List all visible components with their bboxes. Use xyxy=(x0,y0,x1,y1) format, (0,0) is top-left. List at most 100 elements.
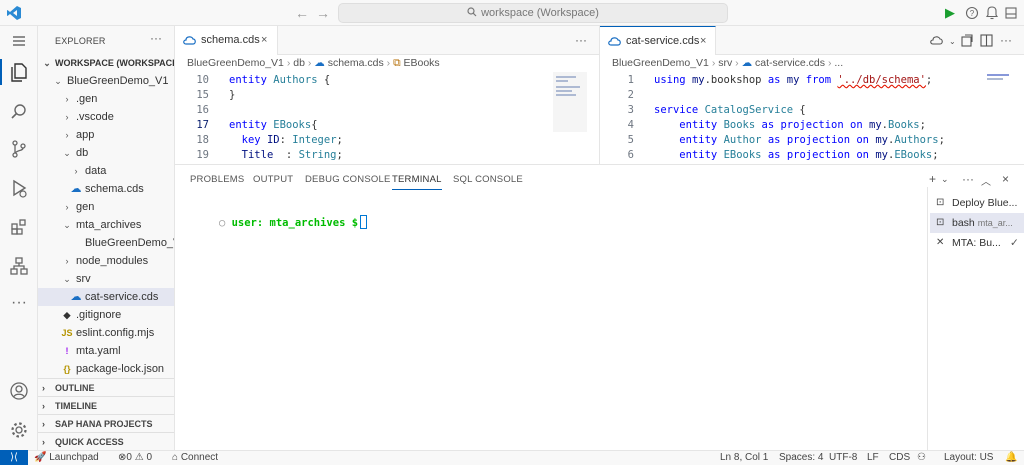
tree-item-label: db xyxy=(76,147,89,159)
tree-item[interactable]: › app xyxy=(38,126,174,144)
command-center-label: workspace (Workspace) xyxy=(481,7,599,19)
tree-item[interactable]: › gen xyxy=(38,198,174,216)
tab-output[interactable]: OUTPUT xyxy=(253,174,293,185)
preview-icon[interactable]: ⌄ xyxy=(930,34,954,47)
tree-item-label: app xyxy=(76,129,95,141)
feedback-icon[interactable]: ⚇ xyxy=(917,451,926,465)
run-debug-icon[interactable] xyxy=(7,176,31,200)
section-quick-access[interactable]: › QUICK ACCESS xyxy=(38,432,174,450)
tree-item[interactable]: {} package-lock.json xyxy=(38,360,174,378)
layout-icon[interactable] xyxy=(1002,4,1020,22)
section-outline[interactable]: › OUTLINE xyxy=(38,378,174,396)
breadcrumb-item[interactable]: EBooks xyxy=(403,57,439,69)
breadcrumb-item[interactable]: schema.cds xyxy=(328,57,384,69)
source-control-icon[interactable] xyxy=(7,137,31,161)
keyboard-layout[interactable]: Layout: US xyxy=(944,451,993,465)
terminal-item-deploy[interactable]: ⊡ Deploy Blue... xyxy=(930,193,1024,213)
minimap[interactable] xyxy=(553,72,587,132)
extensions-icon[interactable] xyxy=(7,215,31,239)
breadcrumb-item[interactable]: ... xyxy=(834,57,843,69)
tree-item[interactable]: › .vscode xyxy=(38,108,174,126)
chevron-down-icon[interactable]: ⌄ xyxy=(941,174,949,185)
tree-item-label: gen xyxy=(76,201,95,213)
language-mode[interactable]: CDS xyxy=(889,451,910,465)
tree-item[interactable]: ☁ schema.cds xyxy=(38,180,174,198)
tree-item[interactable]: ◆ .gitignore xyxy=(38,306,174,324)
code-text: } xyxy=(229,89,236,101)
workspace-section[interactable]: ⌄ WORKSPACE (WORKSPACE) xyxy=(38,54,174,72)
more-icon[interactable]: ··· xyxy=(7,292,31,316)
app-logo-icon xyxy=(7,6,21,20)
explorer-more-icon[interactable]: ··· xyxy=(150,31,162,45)
entity-icon: ⧉ xyxy=(393,57,401,69)
breadcrumb-item[interactable]: BlueGreenDemo_V1 xyxy=(612,57,709,69)
settings-gear-icon[interactable] xyxy=(7,418,31,442)
status-bar: ⟩⟨ 🚀 Launchpad ⊗0 ⚠ 0 ⌂ Connect Ln 8, Co… xyxy=(0,450,1024,465)
cursor-position[interactable]: Ln 8, Col 1 xyxy=(720,451,768,465)
tree-item-label: data xyxy=(85,165,107,177)
remote-icon[interactable]: ⟩⟨ xyxy=(0,450,28,465)
tree-item[interactable]: ☁ cat-service.cds xyxy=(38,288,174,306)
close-panel-icon[interactable]: × xyxy=(1002,172,1009,186)
tab-terminal[interactable]: TERMINAL xyxy=(392,174,442,190)
new-terminal-icon[interactable]: + xyxy=(929,172,936,186)
tree-item[interactable]: JS eslint.config.mjs xyxy=(38,324,174,342)
panel-more-icon[interactable]: ··· xyxy=(962,172,974,186)
breadcrumb-item[interactable]: db xyxy=(293,57,305,69)
tab-schema-cds[interactable]: schema.cds × xyxy=(175,26,278,55)
editor-more-icon[interactable]: ··· xyxy=(575,26,587,55)
close-icon[interactable]: × xyxy=(261,26,267,55)
end-of-line[interactable]: LF xyxy=(867,451,879,465)
problems-item[interactable]: ⊗0 ⚠ 0 xyxy=(118,451,152,465)
tree-item[interactable]: ⌄ srv xyxy=(38,270,174,288)
notifications-icon[interactable] xyxy=(983,4,1001,22)
tree-item-label: .vscode xyxy=(76,111,114,123)
tree-item[interactable]: ⌄ BlueGreenDemo_V1 xyxy=(38,72,174,90)
tree-item[interactable]: ! mta.yaml xyxy=(38,342,174,360)
breadcrumb-item[interactable]: srv xyxy=(718,57,732,69)
code-text: entity EBooks{ xyxy=(229,119,318,131)
tree-item[interactable]: ⌄ db xyxy=(38,144,174,162)
terminal-output[interactable]: ○ user: mta_archives $ xyxy=(181,203,368,241)
minimap[interactable] xyxy=(984,72,1012,86)
hierarchy-icon[interactable] xyxy=(7,254,31,278)
tree-item[interactable]: › node_modules xyxy=(38,252,174,270)
maximize-panel-icon[interactable]: ︿ xyxy=(981,173,991,188)
open-changes-icon[interactable] xyxy=(960,34,973,47)
indentation[interactable]: Spaces: 4 xyxy=(779,451,823,465)
tab-debug-console[interactable]: DEBUG CONSOLE xyxy=(305,174,390,185)
bell-icon[interactable]: 🔔 xyxy=(1005,451,1017,465)
tab-cat-service-cds[interactable]: cat-service.cds × xyxy=(600,26,716,55)
terminal-item-bash[interactable]: ⊡ bash mta_ar... xyxy=(930,213,1024,233)
tree-item[interactable]: › .gen xyxy=(38,90,174,108)
encoding[interactable]: UTF-8 xyxy=(829,451,857,465)
terminal-cursor xyxy=(360,215,368,229)
command-center-search[interactable]: workspace (Workspace) xyxy=(338,3,728,23)
explorer-icon[interactable] xyxy=(7,60,31,84)
menu-icon[interactable] xyxy=(7,29,31,53)
run-icon[interactable]: ▶ xyxy=(941,4,959,22)
connect-item[interactable]: ⌂ Connect xyxy=(172,451,218,465)
account-icon[interactable] xyxy=(7,379,31,403)
back-arrow-icon[interactable]: ← xyxy=(295,5,309,21)
launchpad-item[interactable]: 🚀 Launchpad xyxy=(34,451,99,465)
forward-arrow-icon[interactable]: → xyxy=(316,5,330,21)
section-timeline[interactable]: › TIMELINE xyxy=(38,396,174,414)
tree-item[interactable]: › data xyxy=(38,162,174,180)
tab-sql-console[interactable]: SQL CONSOLE xyxy=(453,174,523,185)
search-icon[interactable] xyxy=(7,100,31,124)
section-sap-hana-projects[interactable]: › SAP HANA PROJECTS xyxy=(38,414,174,432)
tree-item[interactable]: ⌄ mta_archives xyxy=(38,216,174,234)
section-label: QUICK ACCESS xyxy=(55,437,124,447)
close-icon[interactable]: × xyxy=(700,27,706,56)
tab-problems[interactable]: PROBLEMS xyxy=(190,174,244,185)
editor-more-icon[interactable]: ··· xyxy=(1000,26,1012,55)
terminal-item-mta-build[interactable]: ✕ MTA: Bu... ✓ xyxy=(930,233,1024,253)
tree-item[interactable]: BlueGreenDemo_V... xyxy=(38,234,174,252)
breadcrumb-item[interactable]: BlueGreenDemo_V1 xyxy=(187,57,284,69)
line-number: 3 xyxy=(627,104,634,116)
breadcrumb-item[interactable]: cat-service.cds xyxy=(755,57,825,69)
split-editor-icon[interactable] xyxy=(980,34,993,47)
help-icon[interactable]: ? xyxy=(963,4,981,22)
tab-bar-right: cat-service.cds × ⌄ ··· xyxy=(600,26,1024,55)
